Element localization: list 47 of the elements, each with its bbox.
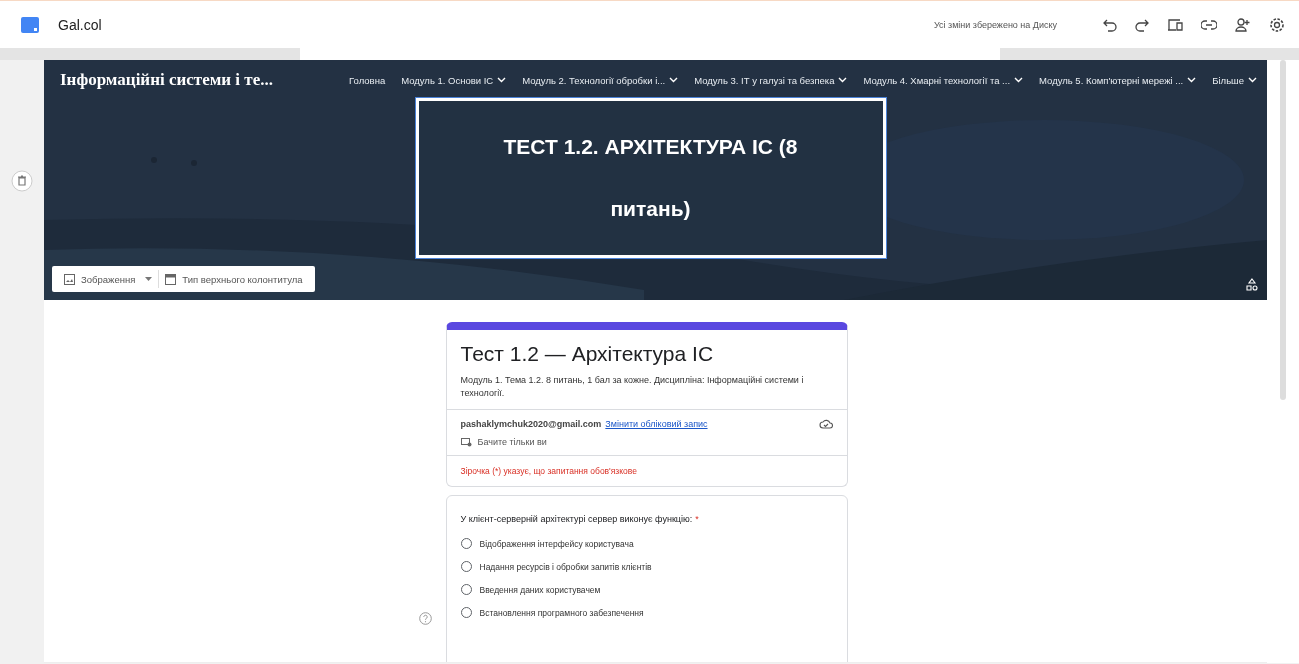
nav-link[interactable]: Модуль 2. Технології обробки і... [522, 74, 679, 86]
form-description: Модуль 1. Тема 1.2. 8 питань, 1 бал за кожне. Дисципліна: Інформаційні системи і технології. [459, 374, 805, 400]
chevron-down-icon [497, 77, 507, 83]
required-note: Зірочка (*) указує, що запитання обов'язкове [446, 455, 847, 487]
header-type-button[interactable]: Тип верхнього колонтитула [159, 266, 309, 292]
site-title[interactable]: Інформаційні системи і те... [60, 70, 273, 90]
required-asterisk: * [695, 514, 699, 525]
radio-option[interactable]: Відображення інтерфейсу користувача [460, 538, 634, 550]
banner-title-box[interactable]: ТЕСТ 1.2. АРХІТЕКТУРА ІС (8 питань) [415, 98, 886, 258]
shapes-icon[interactable] [1245, 278, 1259, 292]
redo-icon[interactable] [1135, 17, 1149, 32]
chevron-down-icon [1248, 77, 1257, 83]
image-icon [64, 273, 75, 285]
chevron-down-icon [1014, 77, 1024, 83]
chevron-down-icon [669, 77, 679, 83]
nav-link[interactable]: Більше [1212, 74, 1257, 86]
form-title: Тест 1.2 — Архітектура ІС [459, 341, 715, 366]
nav-link[interactable]: Модуль 5. Комп'ютерні мережі ... [1039, 74, 1197, 86]
cloud-check-icon [818, 418, 833, 430]
account-email: pashaklymchuk2020@gmail.com [460, 418, 602, 429]
private-icon [460, 437, 472, 448]
radio-option[interactable]: Встановлення програмного забезпечення [460, 607, 644, 619]
settings-icon[interactable] [1269, 16, 1285, 33]
nav-link[interactable]: Модуль 3. ІТ у галузі та безпека [694, 74, 848, 86]
delete-icon[interactable] [11, 170, 33, 192]
banner-title: ТЕСТ 1.2. АРХІТЕКТУРА ІС (8 питань) [502, 134, 799, 222]
chevron-down-icon [1187, 77, 1197, 83]
visibility-note: Бачите тільки ви [477, 437, 547, 448]
app-logo-icon[interactable] [20, 14, 40, 35]
chevron-down-icon [838, 77, 848, 83]
nav-link[interactable]: Головна [349, 74, 386, 86]
undo-icon[interactable] [1103, 17, 1117, 32]
dropdown-icon [145, 277, 153, 281]
radio-option[interactable]: Введення даних користувачем [460, 584, 601, 596]
radio-option[interactable]: Надання ресурсів і обробки запитів клієнтів [460, 561, 652, 573]
header-layout-icon [165, 273, 177, 285]
document-title[interactable]: Gal.col [58, 16, 102, 33]
switch-account-link[interactable]: Змінити обліковий запис [605, 418, 708, 429]
scrollbar[interactable] [1280, 60, 1286, 400]
nav-link[interactable]: Модуль 4. Хмарні технології та ... [863, 74, 1024, 86]
image-menu-button[interactable]: Зображення [58, 266, 159, 292]
add-person-icon[interactable] [1235, 17, 1251, 32]
save-status: Усі зміни збережено на Диску [933, 19, 1057, 30]
link-icon[interactable] [1201, 19, 1217, 30]
question-text: У клієнт-серверній архітектурі сервер виконує функцію: * [460, 514, 700, 525]
nav-link[interactable]: Модуль 1. Основи ІС [401, 74, 507, 86]
devices-icon[interactable] [1167, 17, 1183, 32]
